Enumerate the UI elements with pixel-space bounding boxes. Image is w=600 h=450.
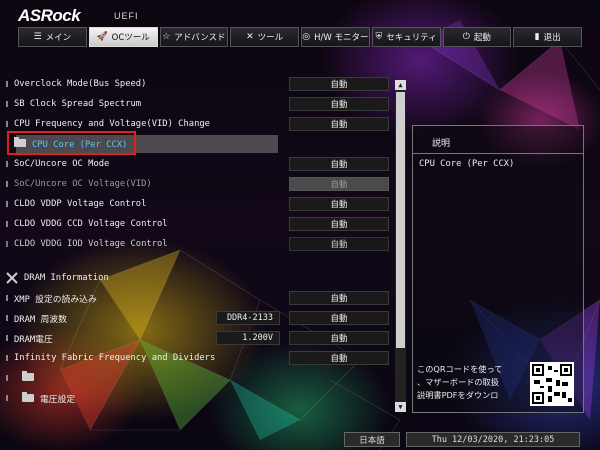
wrench-cross-icon: [6, 272, 18, 284]
description-title: 説明: [432, 139, 451, 149]
folder-icon: [22, 370, 34, 381]
setting-label: SoC/Uncore OC Mode: [14, 159, 110, 169]
setting-label: CLDO VDDG IOD Voltage Control: [14, 239, 168, 249]
setting-soc-uncore-oc-voltage: SoC/Uncore OC Voltage(VID) 自動: [6, 174, 391, 194]
tab-advanced[interactable]: ☆ アドバンスド: [159, 27, 229, 47]
tab-label: メイン: [45, 33, 72, 43]
setting-cldo-vddg-iod-voltage[interactable]: CLDO VDDG IOD Voltage Control 自動: [6, 234, 391, 254]
setting-value[interactable]: 自動: [289, 237, 389, 251]
description-panel: 説明 CPU Core (Per CCX) このQRコードを使って 、マザーボー…: [412, 125, 584, 413]
exit-icon: ▮: [534, 32, 540, 42]
tab-label: H/W モニター: [314, 33, 369, 43]
setting-value[interactable]: 自動: [289, 117, 389, 131]
tab-exit[interactable]: ▮ 退出: [513, 27, 582, 47]
setting-value: 自動: [289, 177, 389, 191]
tab-label: セキュリティ: [386, 33, 437, 43]
language-selector[interactable]: 日本語: [344, 432, 400, 447]
setting-label: DRAM電圧: [14, 334, 53, 345]
star-icon: ☆: [162, 32, 171, 42]
main-tab-bar: ☰ メイン 🚀 OCツール ☆ アドバンスド ✕ ツール ◎ H/W モニター ⛨ セキュリ…: [18, 27, 582, 47]
setting-overclock-mode[interactable]: Overclock Mode(Bus Speed) 自動: [6, 74, 391, 94]
tab-hw-monitor[interactable]: ◎ H/W モニター: [301, 27, 370, 47]
setting-label: XMP 設定の読み込み: [14, 294, 97, 305]
setting-value[interactable]: 自動: [289, 311, 389, 325]
power-icon: ⏻: [462, 32, 470, 42]
setting-sb-clock-spread-spectrum[interactable]: SB Clock Spread Spectrum 自動: [6, 94, 391, 114]
rocket-icon: 🚀: [96, 32, 108, 42]
tab-label: 退出: [543, 33, 561, 43]
setting-label: CLDO VDDG CCD Voltage Control: [14, 219, 168, 229]
shield-icon: ⛨: [375, 32, 383, 42]
tab-tool[interactable]: ✕ ツール: [230, 27, 299, 47]
section-dram-information[interactable]: DRAM Information: [6, 268, 391, 288]
scroll-down-arrow-icon[interactable]: ▼: [395, 402, 406, 412]
tab-label: ツール: [257, 33, 284, 43]
scrollbar-thumb[interactable]: [396, 92, 405, 348]
setting-value[interactable]: 自動: [289, 97, 389, 111]
setting-value[interactable]: 自動: [289, 217, 389, 231]
brand-subtitle: UEFI: [114, 11, 139, 21]
submenu-label: 電圧設定: [40, 394, 76, 405]
setting-xmp-load[interactable]: XMP 設定の読み込み 自動: [6, 288, 391, 308]
datetime-display: Thu 12/03/2020, 21:23:05: [406, 432, 580, 447]
setting-infinity-fabric[interactable]: Infinity Fabric Frequency and Dividers 自…: [6, 348, 391, 368]
setting-label: SB Clock Spread Spectrum: [14, 99, 142, 109]
setting-value[interactable]: 自動: [289, 351, 389, 365]
tab-label: OCツール: [111, 33, 150, 43]
section-label: DRAM Information: [24, 273, 109, 283]
setting-dram-frequency[interactable]: DRAM 周波数 DDR4-2133 自動: [6, 308, 391, 328]
brand-logo: ASRock: [18, 6, 81, 25]
setting-value[interactable]: 自動: [289, 197, 389, 211]
description-body: CPU Core (Per CCX): [419, 159, 515, 169]
settings-list: Overclock Mode(Bus Speed) 自動 SB Clock Sp…: [6, 74, 391, 408]
list-icon: ☰: [33, 32, 42, 42]
setting-label: CPU Frequency and Voltage(VID) Change: [14, 119, 210, 129]
setting-soc-uncore-oc-mode[interactable]: SoC/Uncore OC Mode 自動: [6, 154, 391, 174]
setting-cldo-vddp-voltage[interactable]: CLDO VDDP Voltage Control 自動: [6, 194, 391, 214]
setting-cldo-vddg-ccd-voltage[interactable]: CLDO VDDG CCD Voltage Control 自動: [6, 214, 391, 234]
tab-label: 起動: [473, 33, 491, 43]
setting-label: Overclock Mode(Bus Speed): [14, 79, 147, 89]
submenu-placeholder[interactable]: [6, 368, 391, 388]
tab-label: アドバンスド: [174, 33, 226, 43]
current-value-field: 1.200V: [216, 331, 280, 345]
setting-value[interactable]: 自動: [289, 77, 389, 91]
setting-value[interactable]: 自動: [289, 331, 389, 345]
monitor-icon: ◎: [302, 32, 311, 42]
qr-code-icon: [530, 362, 574, 406]
folder-icon: [22, 391, 34, 402]
setting-value[interactable]: 自動: [289, 157, 389, 171]
setting-label: SoC/Uncore OC Voltage(VID): [14, 179, 152, 189]
setting-label: Infinity Fabric Frequency and Dividers: [14, 353, 216, 363]
qr-caption: このQRコードを使って 、マザーボードの取扱 説明書PDFをダウンロ: [417, 364, 503, 400]
tab-security[interactable]: ⛨ セキュリティ: [371, 27, 441, 47]
scroll-up-arrow-icon[interactable]: ▲: [395, 80, 406, 90]
setting-value[interactable]: 自動: [289, 291, 389, 305]
setting-label: DRAM 周波数: [14, 314, 67, 325]
setting-dram-voltage[interactable]: DRAM電圧 1.200V 自動: [6, 328, 391, 348]
submenu-voltage-settings[interactable]: 電圧設定: [6, 388, 391, 408]
annotation-highlight: [7, 131, 136, 155]
wrench-icon: ✕: [246, 32, 254, 42]
setting-label: CLDO VDDP Voltage Control: [14, 199, 147, 209]
current-value-field: DDR4-2133: [216, 311, 280, 325]
tab-boot[interactable]: ⏻ 起動: [442, 27, 512, 47]
tab-oc-tweaker[interactable]: 🚀 OCツール: [88, 27, 158, 47]
tab-main[interactable]: ☰ メイン: [18, 27, 87, 47]
scrollbar[interactable]: ▲ ▼: [395, 80, 406, 412]
